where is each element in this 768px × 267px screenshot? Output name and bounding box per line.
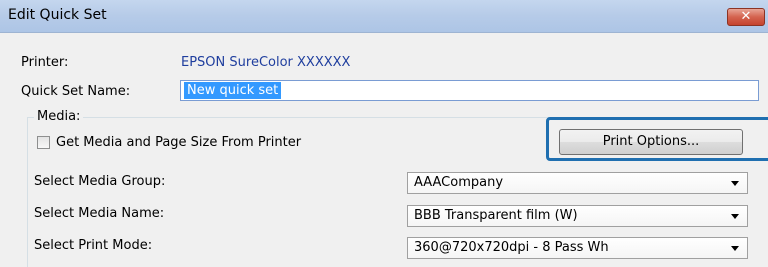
edit-quick-set-dialog: Edit Quick Set ✕ Printer: EPSON SureColo…: [0, 0, 768, 267]
print-mode-select[interactable]: 360@720x720dpi - 8 Pass Wh: [407, 237, 748, 259]
quick-set-name-selected-text: New quick set: [184, 82, 282, 99]
printer-value: EPSON SureColor XXXXXX: [181, 55, 351, 70]
media-name-selected-value: BBB Transparent film (W): [414, 208, 578, 223]
select-print-mode-label: Select Print Mode:: [34, 238, 153, 253]
print-mode-selected-value: 360@720x720dpi - 8 Pass Wh: [414, 240, 609, 255]
chevron-down-icon: [731, 214, 739, 219]
dialog-title: Edit Quick Set: [8, 7, 107, 23]
get-media-checkbox-label[interactable]: Get Media and Page Size From Printer: [56, 135, 301, 150]
select-media-group-label: Select Media Group:: [34, 174, 166, 189]
select-media-name-label: Select Media Name:: [34, 206, 165, 221]
printer-label: Printer:: [21, 55, 69, 70]
media-group-selected-value: AAACompany: [414, 175, 504, 190]
close-button[interactable]: ✕: [727, 8, 765, 26]
quick-set-name-input[interactable]: New quick set: [180, 80, 759, 101]
title-bar[interactable]: Edit Quick Set ✕: [0, 0, 768, 33]
chevron-down-icon: [731, 246, 739, 251]
media-group-select[interactable]: AAACompany: [407, 172, 748, 194]
chevron-down-icon: [731, 181, 739, 186]
media-group-legend: Media:: [34, 109, 84, 124]
quick-set-name-label: Quick Set Name:: [21, 84, 131, 99]
get-media-checkbox[interactable]: [37, 136, 50, 149]
close-icon: ✕: [740, 9, 752, 24]
print-options-button[interactable]: Print Options...: [559, 129, 743, 155]
media-name-select[interactable]: BBB Transparent film (W): [407, 205, 748, 227]
